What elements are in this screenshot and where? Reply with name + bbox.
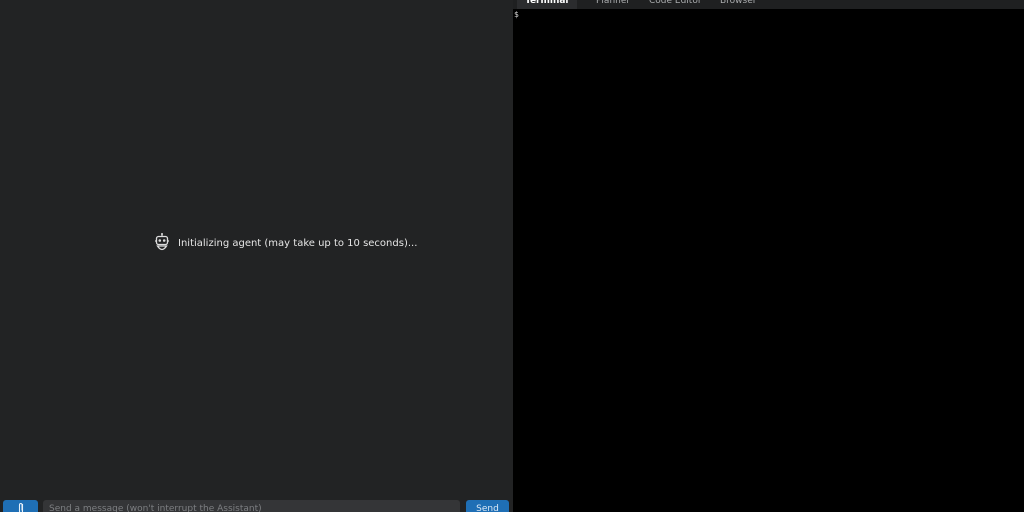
tab-browser[interactable]: Browser <box>720 0 756 9</box>
agent-status-text: Initializing agent (may take up to 10 se… <box>178 237 418 249</box>
terminal-output[interactable]: $ <box>513 9 1024 512</box>
chat-pane: Initializing agent (may take up to 10 se… <box>0 0 513 512</box>
robot-icon <box>155 233 169 251</box>
send-button[interactable]: Send <box>466 500 509 512</box>
message-input[interactable] <box>43 500 460 512</box>
workspace-pane: Terminal Planner Code Editor Browser $ <box>513 0 1024 512</box>
agent-status: Initializing agent (may take up to 10 se… <box>154 233 417 253</box>
tab-planner[interactable]: Planner <box>596 0 630 9</box>
tab-code-editor[interactable]: Code Editor <box>649 0 702 9</box>
attach-file-button[interactable] <box>3 500 38 512</box>
app-window: Initializing agent (may take up to 10 se… <box>0 0 1024 512</box>
tab-terminal[interactable]: Terminal <box>517 0 577 9</box>
terminal-prompt: $ <box>514 10 519 19</box>
message-composer: Send <box>0 500 513 512</box>
workspace-tabbar: Terminal Planner Code Editor Browser <box>513 0 1024 9</box>
paperclip-icon <box>18 502 23 512</box>
